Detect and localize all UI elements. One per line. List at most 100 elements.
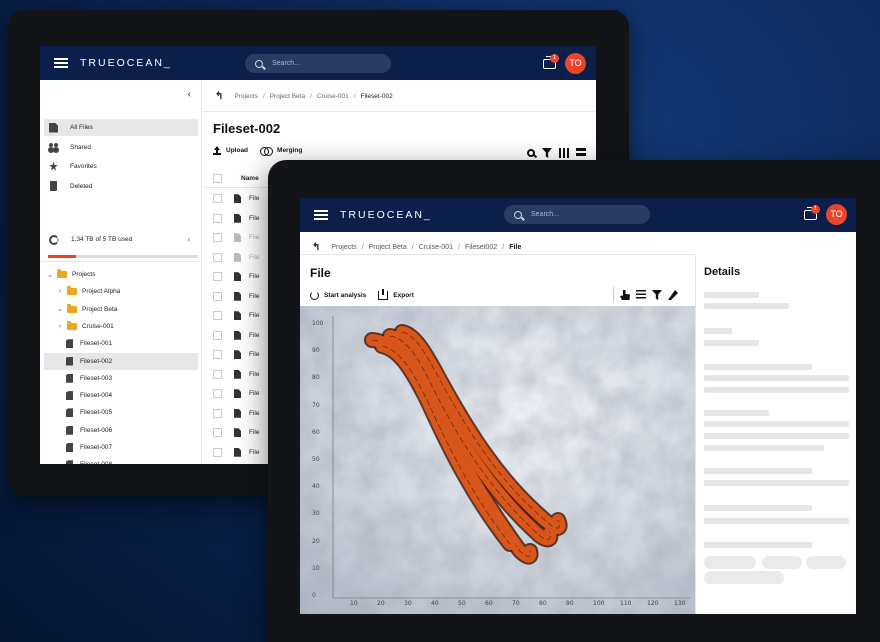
breadcrumb-item: Fileset-002	[360, 93, 393, 100]
breadcrumb-item[interactable]: Projects	[234, 93, 257, 100]
skeleton-line	[704, 468, 812, 474]
select-all-checkbox[interactable]	[213, 174, 222, 183]
row-checkbox[interactable]	[213, 447, 222, 457]
tree-item-fileset-004[interactable]: Fileset-004	[44, 387, 198, 404]
y-tick-label: 10	[312, 564, 320, 572]
sidebar-item-shared[interactable]: Shared	[44, 139, 198, 156]
x-tick-label: 50	[458, 600, 466, 607]
bathymetry-map[interactable]: 100 90 80 70 60 50 40 30 20 10 0 10 20 30 40 50 60 70 80 9…	[300, 306, 695, 614]
menu-icon[interactable]	[54, 58, 68, 68]
file-icon	[234, 350, 241, 360]
tree-item-fileset-007[interactable]: Fileset-007	[44, 439, 198, 456]
folder-icon	[67, 320, 77, 330]
breadcrumb-item[interactable]: Project Beta	[369, 244, 407, 251]
search-placeholder: Search...	[531, 211, 560, 218]
chevron-down-icon[interactable]: ⌄	[46, 271, 54, 279]
tree-item-label: Project Alpha	[82, 288, 121, 296]
column-header-name[interactable]: Name	[241, 175, 259, 182]
tree-item-fileset-005[interactable]: Fileset-005	[44, 404, 198, 421]
folder-icon	[67, 303, 77, 313]
x-tick-label: 70	[512, 600, 520, 607]
row-checkbox[interactable]	[213, 369, 222, 379]
breadcrumb-item[interactable]: Projects	[331, 244, 356, 251]
chevron-down-icon[interactable]: ⌄	[56, 305, 64, 313]
x-tick-label: 10	[350, 600, 358, 607]
row-checkbox[interactable]	[213, 233, 222, 243]
sidebar-item-favorites[interactable]: Favorites	[44, 158, 198, 175]
merging-button[interactable]: Merging	[277, 147, 302, 154]
divider	[613, 286, 614, 302]
tree-item-fileset-003[interactable]: Fileset-003	[44, 370, 198, 387]
sidebar-item-all-files[interactable]: All Files	[44, 119, 198, 136]
storage-usage[interactable]: 1.34 TB of 5 TB used ›	[44, 231, 198, 248]
row-checkbox[interactable]	[213, 428, 222, 438]
row-checkbox[interactable]	[213, 408, 222, 418]
chevron-right-icon[interactable]: ›	[56, 323, 64, 330]
search-input[interactable]: Search...	[504, 205, 650, 224]
fileset-icon	[66, 408, 73, 418]
collapse-sidebar-icon[interactable]: ‹	[188, 89, 191, 100]
navigate-up-icon[interactable]: ↰	[312, 242, 320, 253]
row-checkbox[interactable]	[213, 194, 222, 204]
sidebar-item-label: All Files	[70, 124, 93, 131]
breadcrumb-item[interactable]: Fileset002	[465, 244, 497, 251]
analysis-icon	[310, 291, 319, 300]
map-canvas[interactable]	[300, 306, 695, 614]
file-icon	[49, 122, 58, 133]
row-checkbox[interactable]	[213, 213, 222, 223]
tree-item-fileset-006[interactable]: Fileset-006	[44, 422, 198, 439]
search-icon	[514, 210, 522, 219]
tree-item-fileset-008[interactable]: Fileset-008	[44, 456, 198, 464]
row-checkbox[interactable]	[213, 330, 222, 340]
menu-icon[interactable]	[314, 210, 328, 220]
filter-icon[interactable]	[542, 148, 552, 158]
y-tick-label: 60	[312, 428, 320, 436]
file-icon	[234, 291, 241, 301]
rows-icon[interactable]	[576, 148, 586, 158]
y-tick-label: 70	[312, 401, 320, 409]
avatar[interactable]: TO	[826, 204, 847, 225]
file-name: File	[249, 253, 260, 261]
skeleton-line	[704, 505, 812, 511]
tree-item-fileset-002[interactable]: Fileset-002	[44, 352, 198, 370]
trash-icon	[50, 181, 57, 191]
tree-item-project-alpha[interactable]: › Project Alpha	[44, 283, 198, 300]
breadcrumb-item[interactable]: Project Beta	[270, 93, 305, 100]
breadcrumb-item: File	[509, 244, 522, 251]
details-panel: Details	[695, 254, 856, 614]
breadcrumb-item[interactable]: Cruise-001	[419, 244, 453, 251]
tree-item-projects[interactable]: ⌄ Projects	[44, 266, 198, 283]
chevron-right-icon[interactable]: ›	[56, 288, 64, 295]
fileset-icon	[66, 373, 73, 383]
y-tick-label: 80	[312, 374, 320, 382]
pan-hand-icon[interactable]	[620, 290, 630, 300]
sidebar-item-deleted[interactable]: Deleted	[44, 178, 198, 195]
tree-item-project-beta[interactable]: ⌄ Project Beta	[44, 301, 198, 318]
row-checkbox[interactable]	[213, 291, 222, 301]
row-checkbox[interactable]	[213, 389, 222, 399]
row-checkbox[interactable]	[213, 350, 222, 360]
y-tick-label: 90	[312, 347, 320, 355]
breadcrumb-item[interactable]: Cruise-001	[317, 93, 349, 100]
search-input[interactable]: Search...	[245, 54, 391, 73]
start-analysis-button[interactable]: Start analysis	[310, 291, 366, 300]
upload-button[interactable]: Upload	[226, 147, 248, 154]
file-icon	[234, 330, 241, 340]
storage-progress-bar	[48, 255, 198, 258]
export-button[interactable]: Export	[378, 289, 414, 300]
row-checkbox[interactable]	[213, 311, 222, 321]
avatar[interactable]: TO	[565, 53, 586, 74]
search-icon[interactable]	[527, 149, 535, 157]
draw-pen-icon[interactable]	[668, 290, 678, 300]
breadcrumb-separator: /	[262, 93, 265, 100]
people-icon	[49, 142, 58, 152]
storage-progress-fill	[48, 255, 77, 258]
adjust-sliders-icon[interactable]	[636, 290, 646, 300]
columns-icon[interactable]	[559, 148, 569, 158]
row-checkbox[interactable]	[213, 252, 222, 262]
tree-item-cruise-001[interactable]: › Cruise-001	[44, 318, 198, 335]
filter-icon[interactable]	[652, 290, 662, 300]
tree-item-fileset-001[interactable]: Fileset-001	[44, 335, 198, 352]
navigate-up-icon[interactable]: ↰	[215, 91, 223, 102]
row-checkbox[interactable]	[213, 272, 222, 282]
